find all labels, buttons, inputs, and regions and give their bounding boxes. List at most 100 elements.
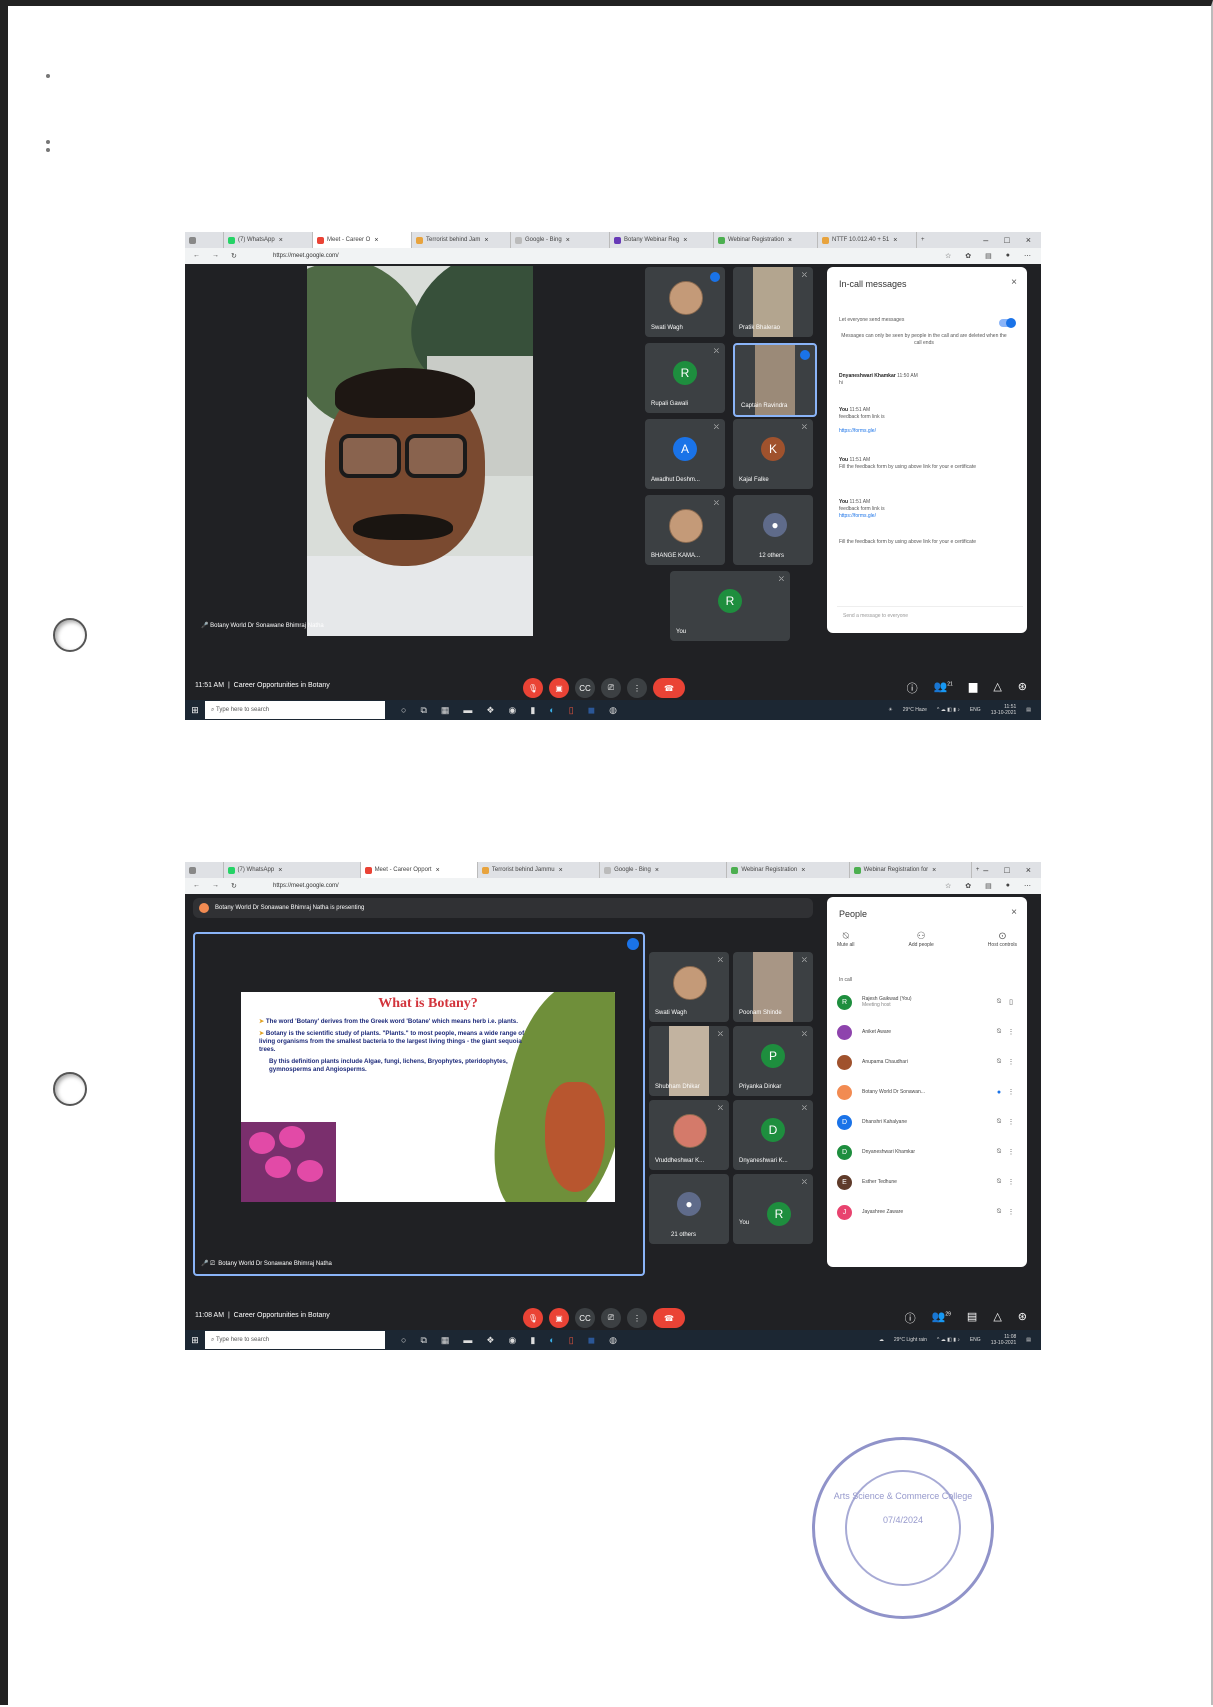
extension-icon[interactable]: ✿ <box>965 252 971 260</box>
language-indicator[interactable]: ENG <box>970 1337 981 1343</box>
edge-icon[interactable]: ◐ <box>549 1335 554 1346</box>
browser-tab[interactable]: Terrorist behind Jammu × <box>478 862 601 878</box>
captions-button[interactable]: CC <box>575 678 595 698</box>
participant-tile[interactable]: A ⛌ Awadhut Deshm... <box>645 419 725 489</box>
more-options-button[interactable]: ⋮ <box>627 678 647 698</box>
browser-tab[interactable]: Meet - Career O × <box>313 232 412 248</box>
camera-off-button[interactable]: ▣ <box>549 678 569 698</box>
browser-tab[interactable]: NTTF 10.012.40 + 51 × <box>818 232 917 248</box>
participant-tile[interactable]: ⛌ Pratik Bhalerao <box>733 267 813 337</box>
forward-icon[interactable]: → <box>212 882 219 890</box>
clock[interactable]: 11:51 13-10-2021 <box>991 704 1017 716</box>
minimize-icon[interactable]: – <box>983 235 988 245</box>
participant-tile[interactable]: R ⛌ Rupali Gawali <box>645 343 725 413</box>
more-vert-icon[interactable]: ⋮ <box>1005 1118 1017 1126</box>
browser-tab[interactable] <box>185 862 224 878</box>
browser-tab[interactable]: (7) WhatsApp × <box>224 232 313 248</box>
participant-tile[interactable]: ⛌ BHANGE KAMA... <box>645 495 725 565</box>
browser-tab[interactable]: Google - Bing × <box>600 862 728 878</box>
store-icon[interactable]: ▦ <box>441 705 450 716</box>
presentation-view[interactable]: What is Botany? The word 'Botany' derive… <box>193 932 645 1276</box>
people-row[interactable]: Aniket Aware ⍉ ⋮ <box>837 1019 1017 1045</box>
profile-icon[interactable]: ● <box>1006 882 1010 890</box>
close-icon[interactable]: × <box>278 867 282 874</box>
close-icon[interactable]: × <box>484 237 488 244</box>
profile-icon[interactable]: ● <box>1006 252 1010 260</box>
star-icon[interactable]: ☆ <box>945 882 951 890</box>
tray-icons[interactable]: ^ ☁ ◧ ▮ ♪ <box>937 1337 960 1343</box>
others-tile[interactable]: ● 12 others <box>733 495 813 565</box>
windows-start-icon[interactable]: ⊞ <box>185 705 205 716</box>
office-icon[interactable]: ▯ <box>569 1335 574 1346</box>
maximize-icon[interactable]: □ <box>1004 865 1009 875</box>
taskbar-search[interactable]: ⌕ Type here to search <box>205 1331 385 1349</box>
mic-off-button[interactable]: 🎙 <box>523 1308 543 1328</box>
more-vert-icon[interactable]: ⋮ <box>1005 1178 1017 1186</box>
url-field[interactable]: https://meet.google.com/ <box>273 883 339 889</box>
more-vert-icon[interactable]: ⋮ <box>1005 1148 1017 1156</box>
word-icon[interactable]: ◼ <box>588 1335 595 1346</box>
mute-all-button[interactable]: ⍉ Mute all <box>837 931 855 948</box>
dropbox-icon[interactable]: ❖ <box>486 705 494 716</box>
browser-tab[interactable]: Botany Webinar Reg × <box>610 232 714 248</box>
more-vert-icon[interactable]: ⋮ <box>1005 1028 1017 1036</box>
maximize-icon[interactable]: □ <box>1004 235 1009 245</box>
folder-icon[interactable]: ▬ <box>463 705 472 716</box>
activities-icon[interactable]: △ <box>993 1310 1001 1326</box>
minimize-icon[interactable]: – <box>983 865 988 875</box>
close-icon[interactable]: × <box>1026 235 1031 245</box>
url-field[interactable]: https://meet.google.com/ <box>273 253 339 259</box>
cortana-icon[interactable]: ○ <box>401 1335 406 1346</box>
office-icon[interactable]: ▯ <box>569 705 574 716</box>
task-view-icon[interactable]: ⧉ <box>420 705 426 716</box>
collections-icon[interactable]: ▤ <box>985 882 992 890</box>
people-row[interactable]: D Dhanshri Kahalyane ⍉ ⋮ <box>837 1109 1017 1135</box>
present-button[interactable]: ⎚ <box>601 678 621 698</box>
lock-icon[interactable]: ▮ <box>530 1335 535 1346</box>
people-icon[interactable]: 👥21 <box>934 680 953 696</box>
browser-tab[interactable]: Google - Bing × <box>511 232 610 248</box>
edge-icon[interactable]: ◐ <box>549 705 554 716</box>
self-tile[interactable]: R ⛌ You <box>670 571 790 641</box>
new-tab-button[interactable]: + <box>917 232 929 248</box>
close-icon[interactable]: × <box>683 237 687 244</box>
browser-tab[interactable]: Webinar Registration × <box>714 232 818 248</box>
extension-icon[interactable]: ✿ <box>965 882 971 890</box>
close-icon[interactable]: × <box>559 867 563 874</box>
close-icon[interactable]: × <box>655 867 659 874</box>
close-icon[interactable]: × <box>893 237 897 244</box>
language-indicator[interactable]: ENG <box>970 707 981 713</box>
close-icon[interactable]: × <box>436 867 440 874</box>
more-options-button[interactable]: ⋮ <box>627 1308 647 1328</box>
more-vert-icon[interactable]: ⋮ <box>1005 1088 1017 1096</box>
info-icon[interactable]: ⓘ <box>907 680 918 696</box>
message-input[interactable]: Send a message to everyone <box>837 606 1023 625</box>
participant-tile[interactable]: P ⛌ Priyanka Dinkar <box>733 1026 813 1096</box>
back-icon[interactable]: ← <box>193 882 200 890</box>
windows-start-icon[interactable]: ⊞ <box>185 1335 205 1346</box>
chat-icon[interactable]: ▤ <box>967 1310 977 1326</box>
mic-off-icon[interactable]: ⍉ <box>993 998 1005 1006</box>
activities-icon[interactable]: △ <box>993 680 1001 696</box>
close-icon[interactable]: × <box>566 237 570 244</box>
host-controls-icon[interactable]: ⊛ <box>1018 680 1027 696</box>
mic-off-icon[interactable]: ⍉ <box>993 1178 1005 1186</box>
browser-tab[interactable]: (7) WhatsApp × <box>224 862 361 878</box>
mic-off-icon[interactable]: ⍉ <box>993 1028 1005 1036</box>
close-icon[interactable]: × <box>1011 277 1017 288</box>
browser-tab[interactable]: Webinar Registration for × <box>850 862 972 878</box>
close-icon[interactable]: × <box>1026 865 1031 875</box>
leave-call-button[interactable]: ☎ <box>653 678 685 698</box>
more-vert-icon[interactable]: ⋮ <box>1005 1208 1017 1216</box>
host-controls-button[interactable]: ⊙ Host controls <box>988 931 1017 948</box>
present-button[interactable]: ⎚ <box>601 1308 621 1328</box>
cortana-icon[interactable]: ○ <box>401 705 406 716</box>
close-icon[interactable]: × <box>279 237 283 244</box>
chrome-icon[interactable]: ◍ <box>609 705 617 716</box>
clock[interactable]: 11:08 13-10-2021 <box>991 1334 1017 1346</box>
dropbox-icon[interactable]: ❖ <box>486 1335 494 1346</box>
people-row[interactable]: Anupama Chaudhari ⍉ ⋮ <box>837 1049 1017 1075</box>
tray-icons[interactable]: ^ ☁ ◧ ▮ ♪ <box>937 707 960 713</box>
star-icon[interactable]: ☆ <box>945 252 951 260</box>
new-tab-button[interactable]: + <box>972 862 983 878</box>
